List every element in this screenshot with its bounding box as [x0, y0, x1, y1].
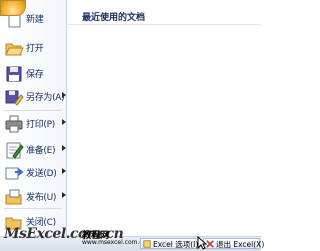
menu-item-publish[interactable]: 发布(U): [0, 184, 66, 210]
publish-icon: [5, 189, 22, 205]
menu-item-new-label: 新建: [26, 15, 44, 25]
submenu-arrow-icon: [62, 92, 66, 98]
mouse-cursor-icon: [197, 236, 207, 250]
menu-item-prepare-label: 准备(E): [26, 146, 56, 156]
print-icon: [5, 115, 23, 133]
menu-item-print[interactable]: 打印(P): [0, 111, 66, 137]
exit-icon: [206, 240, 214, 248]
save-as-icon: [5, 90, 24, 106]
prepare-icon: [6, 142, 24, 159]
submenu-arrow-icon: [62, 119, 66, 125]
menu-item-open[interactable]: 打开: [0, 35, 66, 61]
menu-item-publish-label: 发布(U): [26, 193, 57, 203]
recent-documents-divider: [68, 24, 261, 25]
office-button[interactable]: [0, 0, 26, 16]
recent-documents-header: 最近使用的文档: [82, 13, 146, 23]
menu-item-open-label: 打开: [26, 44, 44, 54]
menu-item-print-label: 打印(P): [26, 120, 55, 130]
save-floppy-icon: [6, 66, 22, 82]
submenu-arrow-icon: [62, 168, 66, 174]
excel-options-button[interactable]: Excel 选项(I): [140, 238, 200, 249]
menu-item-send[interactable]: 发送(D): [0, 160, 66, 186]
send-icon: [5, 167, 24, 180]
office-menu-commands: 新建 打开 保存 另存为(A) 打印(P) 准备(E) 发送(D) 发布(U) …: [0, 0, 67, 236]
office-menu-window: 新建 打开 保存 另存为(A) 打印(P) 准备(E) 发送(D) 发布(U) …: [0, 0, 264, 251]
open-folder-icon: [5, 43, 24, 56]
menu-item-save-label: 保存: [26, 70, 44, 80]
menu-item-send-label: 发送(D): [26, 169, 57, 179]
excel-options-label: Excel 选项(I): [153, 240, 199, 249]
menu-item-save-as-label: 另存为(A): [26, 93, 65, 103]
exit-excel-button[interactable]: 退出 Excel(X): [203, 238, 264, 249]
watermark-url: www.msexcel.com.cn: [82, 239, 147, 246]
recent-documents-pane: [67, 0, 261, 236]
exit-excel-label: 退出 Excel(X): [216, 240, 265, 249]
submenu-arrow-icon: [62, 192, 66, 198]
submenu-arrow-icon: [62, 145, 66, 151]
menu-item-save-as[interactable]: 另存为(A): [0, 84, 66, 110]
options-icon: [143, 240, 151, 248]
